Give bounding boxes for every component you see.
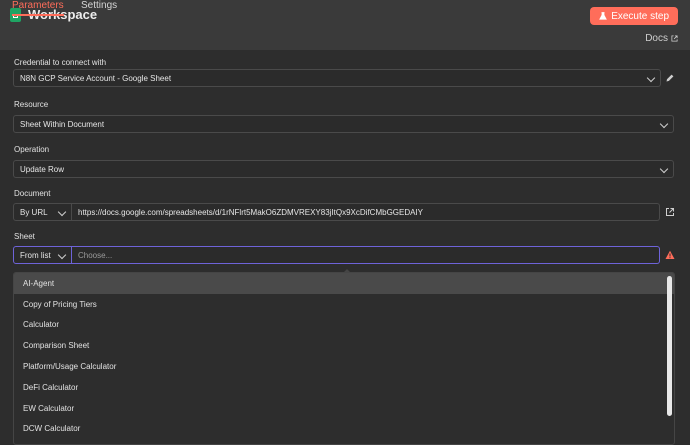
resource-select[interactable]: Sheet Within Document <box>13 115 674 133</box>
execute-step-button[interactable]: Execute step <box>590 7 678 25</box>
document-mode-value: By URL <box>20 207 48 217</box>
dropdown-scrollbar[interactable] <box>667 276 672 416</box>
sheet-option[interactable]: Copy of Pricing Tiers <box>14 294 674 315</box>
document-url-value: https://docs.google.com/spreadsheets/d/1… <box>78 207 424 217</box>
sheet-option[interactable]: Platform/Usage Calculator <box>14 356 674 377</box>
credential-select[interactable]: N8N GCP Service Account - Google Sheet <box>13 69 661 87</box>
credential-label: Credential to connect with <box>14 58 107 67</box>
sheet-mode-value: From list <box>20 250 51 260</box>
tab-settings[interactable]: Settings <box>81 0 117 14</box>
document-url-input[interactable]: https://docs.google.com/spreadsheets/d/1… <box>72 203 660 221</box>
node-header: Workspace Execute step Parameters Settin… <box>0 0 690 50</box>
sheet-mode-select[interactable]: From list <box>13 246 72 264</box>
chevron-down-icon <box>659 119 669 129</box>
execute-step-label: Execute step <box>611 10 669 22</box>
chevron-down-icon <box>57 207 67 217</box>
chevron-down-icon <box>659 164 669 174</box>
sheet-option[interactable]: AI-Agent <box>14 273 674 294</box>
credential-value: N8N GCP Service Account - Google Sheet <box>20 73 172 83</box>
sheet-option[interactable]: Calculator <box>14 315 674 336</box>
external-link-icon <box>671 35 678 42</box>
sheet-option[interactable]: Comparison Sheet <box>14 335 674 356</box>
document-label: Document <box>14 189 51 198</box>
tab-parameters[interactable]: Parameters <box>12 0 64 16</box>
sheet-option[interactable]: EW Calculator <box>14 398 674 419</box>
sheet-option[interactable]: DCW Calculator <box>14 419 674 440</box>
document-mode-select[interactable]: By URL <box>13 203 72 221</box>
resource-value: Sheet Within Document <box>20 119 105 129</box>
flask-icon <box>599 12 608 20</box>
pencil-icon[interactable] <box>665 73 675 83</box>
warning-icon <box>665 250 675 259</box>
chevron-down-icon <box>57 250 67 260</box>
operation-value: Update Row <box>20 164 65 174</box>
operation-label: Operation <box>14 145 50 154</box>
docs-label: Docs <box>645 33 668 44</box>
sheet-label: Sheet <box>14 232 35 241</box>
operation-select[interactable]: Update Row <box>13 160 674 178</box>
chevron-down-icon <box>646 73 656 83</box>
sheet-option[interactable]: DeFi Calculator <box>14 377 674 398</box>
external-link-icon[interactable] <box>665 207 675 217</box>
sheet-placeholder: Choose... <box>78 250 113 260</box>
docs-link[interactable]: Docs <box>645 33 678 44</box>
resource-label: Resource <box>14 100 49 109</box>
sheet-dropdown-list: AI-Agent Copy of Pricing Tiers Calculato… <box>13 272 675 445</box>
sheet-search-input[interactable]: Choose... <box>72 246 660 264</box>
